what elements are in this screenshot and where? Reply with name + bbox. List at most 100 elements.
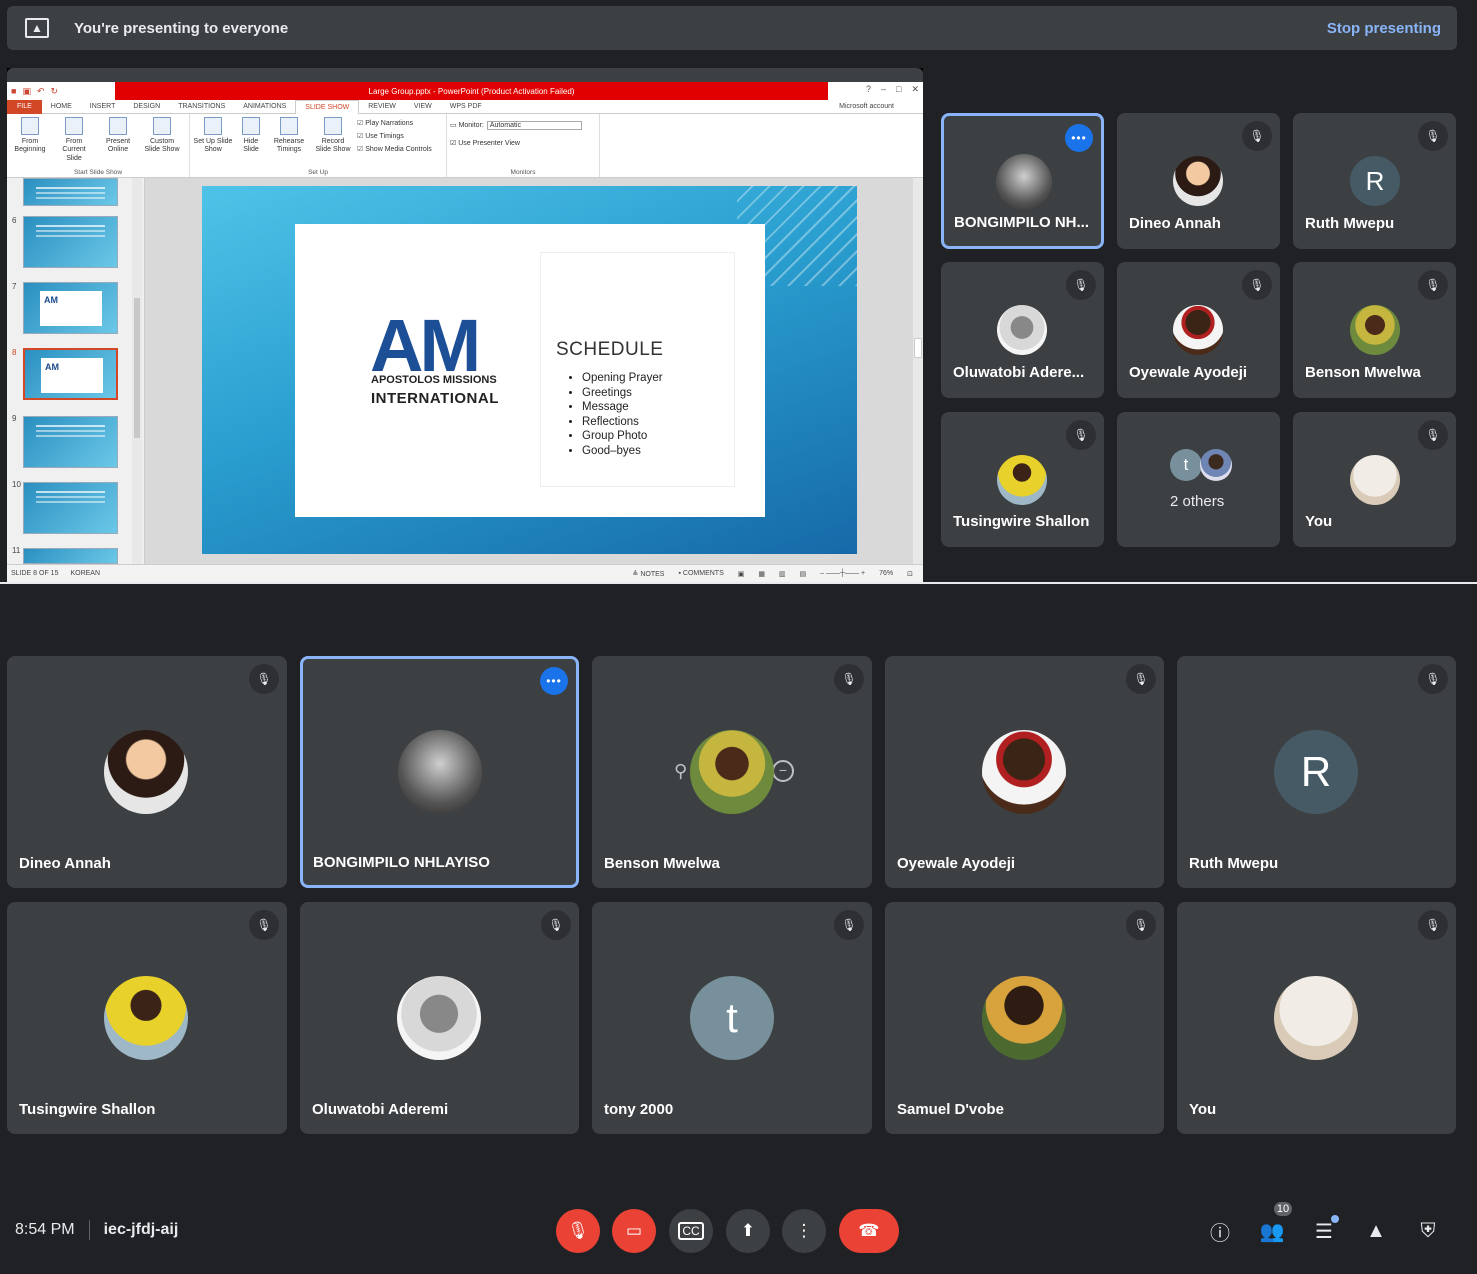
scrollbar-thumb[interactable] <box>134 298 140 438</box>
present-online-button[interactable]: Present Online <box>98 117 138 155</box>
undo-icon[interactable]: ↶ <box>37 86 45 97</box>
participant-tile[interactable]: 🎙 Dineo Annah <box>1117 113 1280 249</box>
mic-toggle-button[interactable]: 🎙 <box>556 1209 600 1253</box>
present-now-button[interactable]: ⬆ <box>726 1209 770 1253</box>
participant-name: Benson Mwelwa <box>604 855 720 872</box>
maximize-icon[interactable]: □ <box>896 84 901 95</box>
people-button[interactable]: 👥 <box>1258 1217 1286 1245</box>
participant-name: Oyewale Ayodeji <box>1129 364 1248 381</box>
pin-icon[interactable]: ⚲ <box>674 761 687 782</box>
participant-tile[interactable]: ••• BONGIMPILO NH... <box>941 113 1104 249</box>
meeting-code[interactable]: iec-jfdj-aij <box>104 1221 179 1239</box>
tab-insert[interactable]: INSERT <box>81 103 125 110</box>
thumbnail-scrollbar[interactable] <box>132 178 142 564</box>
participant-tile[interactable]: 🎙 Oyewale Ayodeji <box>1117 262 1280 398</box>
tab-animations[interactable]: ANIMATIONS <box>234 103 295 110</box>
participant-tile[interactable]: 🎙 Samuel D'vobe <box>885 902 1164 1134</box>
captions-icon: CC <box>678 1222 704 1240</box>
avatar <box>690 730 774 814</box>
activities-button[interactable]: ▲ <box>1362 1217 1390 1245</box>
fit-slide-icon[interactable]: ⊡ <box>907 570 913 578</box>
participant-tile[interactable]: 🎙 t tony 2000 <box>592 902 872 1134</box>
tab-slide-show[interactable]: SLIDE SHOW <box>295 99 360 114</box>
record-slide-show-button[interactable]: Record Slide Show <box>313 117 353 155</box>
host-controls-button[interactable]: ⛨ <box>1414 1217 1442 1245</box>
participant-tile[interactable]: 🎙 Tusingwire Shallon <box>941 412 1104 547</box>
monitor-label: Monitor: <box>458 122 484 129</box>
stop-presenting-button[interactable]: Stop presenting <box>1327 20 1441 37</box>
slide-thumbnail[interactable] <box>23 548 118 564</box>
participant-tile[interactable]: 🎙 Oyewale Ayodeji <box>885 656 1164 888</box>
tab-transitions[interactable]: TRANSITIONS <box>169 103 234 110</box>
show-media-controls-checkbox[interactable]: Show Media Controls <box>357 145 432 153</box>
participant-tile[interactable]: 🎙 Oluwatobi Adere... <box>941 262 1104 398</box>
use-timings-checkbox[interactable]: Use Timings <box>357 132 432 140</box>
more-options-icon[interactable]: ••• <box>1065 124 1093 152</box>
remove-icon[interactable]: − <box>772 760 794 782</box>
reading-view-icon[interactable]: ▥ <box>779 570 786 578</box>
scrollbar-thumb[interactable] <box>914 338 922 358</box>
redo-icon[interactable]: ↻ <box>51 86 59 97</box>
play-narrations-checkbox[interactable]: Play Narrations <box>357 119 432 127</box>
participant-tile[interactable]: 🎙 Dineo Annah <box>7 656 287 888</box>
camera-toggle-button[interactable]: ▭ <box>612 1209 656 1253</box>
canvas-scrollbar[interactable] <box>913 178 923 564</box>
slide-sorter-icon[interactable]: ▦ <box>758 570 765 578</box>
close-icon[interactable]: ✕ <box>911 84 919 95</box>
minimize-icon[interactable]: – <box>881 84 886 95</box>
slide-thumbnail[interactable] <box>23 416 118 468</box>
slide-thumbnail[interactable] <box>23 178 118 206</box>
slide-content-card: AM APOSTOLOS MISSIONS INTERNATIONAL SCHE… <box>295 224 765 517</box>
window-controls: ? – □ ✕ <box>866 84 919 95</box>
participant-tile[interactable]: 🎙 R Ruth Mwepu <box>1177 656 1456 888</box>
presenter-view-checkbox[interactable]: ☑ Use Presenter View <box>450 139 596 147</box>
tab-review[interactable]: REVIEW <box>359 103 405 110</box>
help-icon[interactable]: ? <box>866 84 871 95</box>
leave-call-button[interactable]: ☎ <box>839 1209 899 1253</box>
save-icon[interactable]: ▣ <box>22 86 31 97</box>
more-options-button[interactable]: ⋮ <box>782 1209 826 1253</box>
group-label: Set Up <box>308 169 328 176</box>
tab-wps-pdf[interactable]: WPS PDF <box>441 103 491 110</box>
participant-tile-self[interactable]: 🎙 You <box>1177 902 1456 1134</box>
participant-tile[interactable]: 🎙 Oluwatobi Aderemi <box>300 902 579 1134</box>
mic-off-icon: 🎙 <box>249 664 279 694</box>
others-tile[interactable]: t 2 others <box>1117 412 1280 547</box>
comments-button[interactable]: ▪ COMMENTS <box>678 570 723 577</box>
custom-slide-show-button[interactable]: Custom Slide Show <box>142 117 182 155</box>
meeting-details-button[interactable]: ⓘ <box>1206 1217 1234 1245</box>
participant-tile-self[interactable]: 🎙 You <box>1293 412 1456 547</box>
participant-tile[interactable]: 🎙 Benson Mwelwa <box>1293 262 1456 398</box>
from-beginning-button[interactable]: From Beginning <box>10 117 50 155</box>
hide-slide-button[interactable]: Hide Slide <box>237 117 265 155</box>
rehearse-timings-button[interactable]: Rehearse Timings <box>269 117 309 155</box>
participants-count-badge: 10 <box>1272 1200 1294 1218</box>
slide-thumbnail[interactable] <box>23 482 118 534</box>
tab-file[interactable]: FILE <box>7 99 42 114</box>
tab-design[interactable]: DESIGN <box>124 103 169 110</box>
zoom-level[interactable]: 76% <box>879 570 893 577</box>
more-options-icon[interactable]: ••• <box>540 667 568 695</box>
slide-thumbnail[interactable]: AM <box>23 282 118 334</box>
slideshow-view-icon[interactable]: ▤ <box>800 570 807 578</box>
set-up-slide-show-button[interactable]: Set Up Slide Show <box>193 117 233 155</box>
participant-tile[interactable]: 🎙 ⚲ − Benson Mwelwa <box>592 656 872 888</box>
participant-tile[interactable]: 🎙 Tusingwire Shallon <box>7 902 287 1134</box>
from-current-slide-button[interactable]: From Current Slide <box>54 117 94 163</box>
participant-tile[interactable]: ••• BONGIMPILO NHLAYISO <box>300 656 579 888</box>
participant-name: BONGIMPILO NH... <box>954 214 1089 231</box>
slide-thumbnail-selected[interactable]: AM <box>23 348 118 400</box>
notes-button[interactable]: ≜ NOTES <box>633 570 665 578</box>
normal-view-icon[interactable]: ▣ <box>738 570 745 578</box>
microsoft-account[interactable]: Microsoft account <box>830 103 903 110</box>
zoom-slider[interactable]: – ——┼—— + <box>820 570 865 577</box>
tab-home[interactable]: HOME <box>42 103 81 110</box>
current-slide[interactable]: AM APOSTOLOS MISSIONS INTERNATIONAL SCHE… <box>202 186 857 554</box>
captions-button[interactable]: CC <box>669 1209 713 1253</box>
tab-view[interactable]: VIEW <box>405 103 441 110</box>
participant-name: You <box>1305 513 1333 530</box>
monitor-select[interactable]: Automatic <box>486 121 582 130</box>
avatar <box>104 730 188 814</box>
slide-thumbnail[interactable] <box>23 216 118 268</box>
participant-tile[interactable]: 🎙 R Ruth Mwepu <box>1293 113 1456 249</box>
